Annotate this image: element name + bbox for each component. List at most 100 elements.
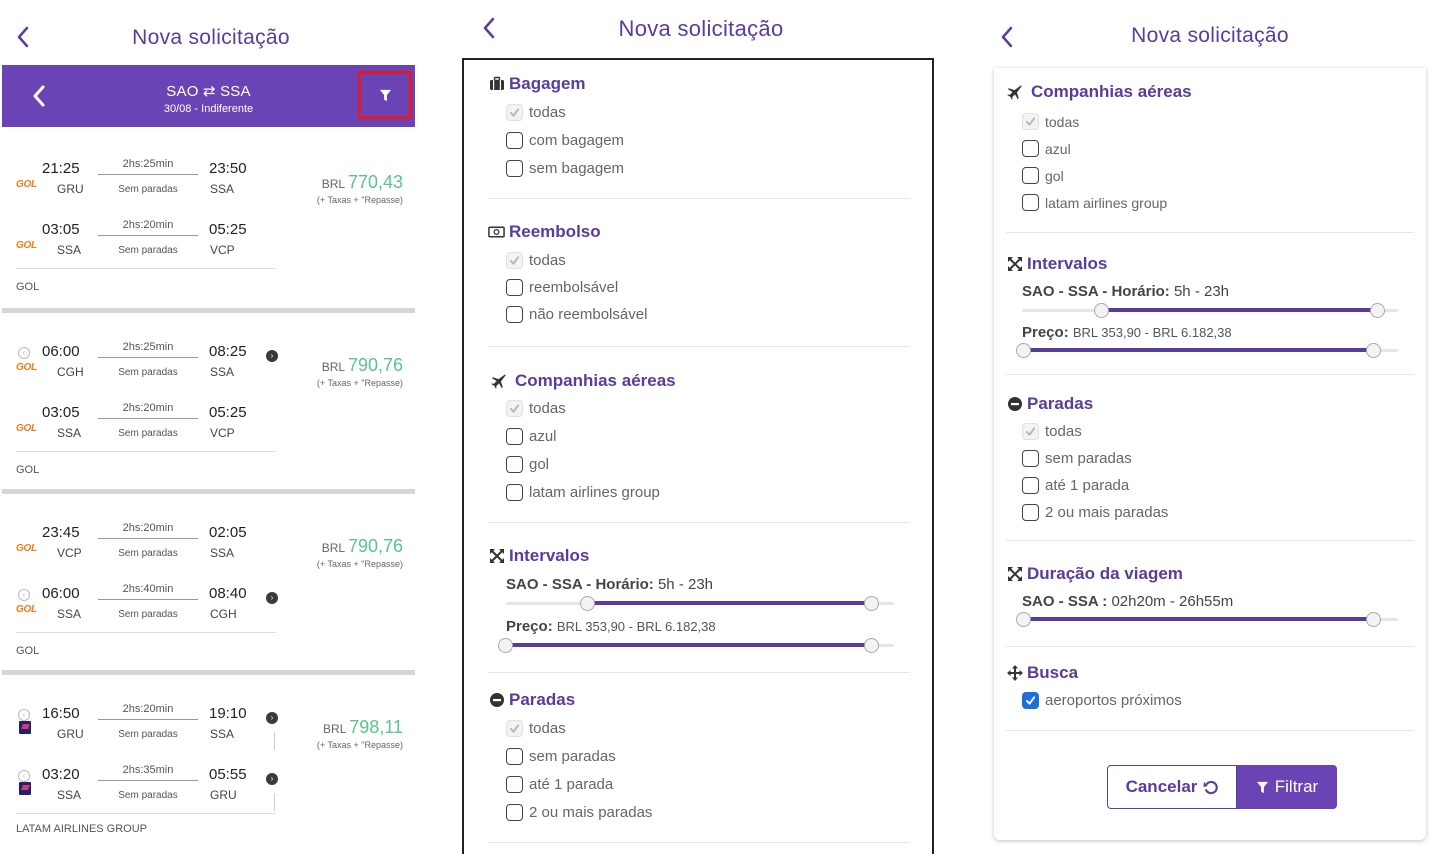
option-label: latam airlines group bbox=[529, 484, 660, 501]
checkbox[interactable] bbox=[1022, 450, 1039, 467]
checkbox-checked-disabled[interactable] bbox=[1022, 423, 1039, 440]
checkbox[interactable] bbox=[506, 456, 523, 473]
checkbox[interactable] bbox=[506, 776, 523, 793]
filter-option[interactable]: reembolsável bbox=[506, 279, 618, 296]
checkbox[interactable] bbox=[506, 484, 523, 501]
top-bar: Nova solicitação bbox=[982, 0, 1438, 64]
filter-option[interactable]: gol bbox=[1022, 167, 1064, 184]
preco-slider[interactable] bbox=[1016, 343, 1398, 358]
filter-option[interactable]: todas bbox=[1022, 423, 1082, 440]
flight-leg: GOL 03:05 SSA 2hs:20min Sem paradas 05:25 VCP bbox=[2, 396, 415, 456]
checkbox-checked-disabled[interactable] bbox=[506, 104, 523, 121]
arrival-airport: SSA bbox=[210, 546, 235, 560]
flight-duration: 2hs:20min bbox=[122, 219, 174, 231]
horario-slider[interactable] bbox=[1022, 303, 1398, 318]
slider-max-handle[interactable] bbox=[1366, 343, 1381, 358]
flight-result-card[interactable]: ‹ GOL 06:00 CGH 2hs:25min Sem paradas 08:25 SSA… bbox=[2, 313, 415, 494]
filter-option[interactable]: todas bbox=[506, 720, 566, 737]
horario-range-label: SAO - SSA - Horário: 5h - 23h bbox=[1022, 283, 1230, 300]
filter-option[interactable]: sem bagagem bbox=[506, 160, 624, 177]
arrival-time: 23:50 bbox=[209, 160, 247, 177]
filter-option[interactable]: até 1 parada bbox=[506, 776, 613, 793]
horario-slider[interactable] bbox=[506, 596, 894, 611]
departure-time: 21:25 bbox=[42, 160, 80, 177]
chevron-right-circle-icon[interactable]: › bbox=[266, 592, 278, 604]
duration-line bbox=[98, 418, 198, 419]
flight-result-card[interactable]: GOL 23:45 VCP 2hs:20min Sem paradas 02:05 SSA ‹… bbox=[2, 494, 415, 675]
checkbox-checked-disabled[interactable] bbox=[1022, 113, 1039, 130]
divider bbox=[1006, 232, 1414, 233]
filter-button[interactable] bbox=[358, 71, 412, 119]
filter-option[interactable]: todas bbox=[1022, 113, 1079, 130]
filter-option[interactable]: todas bbox=[506, 400, 566, 417]
filter-option[interactable]: 2 ou mais paradas bbox=[1022, 504, 1168, 521]
gol-logo: GOL bbox=[16, 423, 37, 434]
filter-option[interactable]: aeroportos próximos bbox=[1022, 692, 1182, 709]
filter-option[interactable]: gol bbox=[506, 456, 549, 473]
apply-filter-button[interactable]: Filtrar bbox=[1237, 765, 1337, 809]
filter-icon bbox=[1256, 781, 1268, 793]
info-circle-icon[interactable]: ‹ bbox=[18, 347, 30, 359]
slider-max-handle[interactable] bbox=[864, 638, 879, 653]
filter-option[interactable]: todas bbox=[506, 104, 566, 121]
slider-min-handle[interactable] bbox=[580, 596, 595, 611]
arrival-time: 02:05 bbox=[209, 524, 247, 541]
section-paradas-header: Paradas bbox=[488, 690, 575, 710]
slider-min-handle[interactable] bbox=[498, 638, 513, 653]
price-block: BRL 790,76 (+ Taxas + "Repasse) bbox=[317, 355, 403, 388]
checkbox[interactable] bbox=[506, 279, 523, 296]
checkbox[interactable] bbox=[1022, 194, 1039, 211]
filter-option[interactable]: latam airlines group bbox=[506, 484, 660, 501]
checkbox[interactable] bbox=[506, 748, 523, 765]
option-label: sem paradas bbox=[1045, 450, 1132, 467]
filter-option[interactable]: latam airlines group bbox=[1022, 194, 1167, 211]
checkbox-checked-disabled[interactable] bbox=[506, 252, 523, 269]
slider-max-handle[interactable] bbox=[1370, 303, 1385, 318]
flight-result-card[interactable]: ‹ 16:50 GRU 2hs:20min Sem paradas 19:10 SSA › ‹ 0… bbox=[2, 675, 415, 854]
checkbox[interactable] bbox=[1022, 140, 1039, 157]
chevron-right-circle-icon[interactable]: › bbox=[266, 350, 278, 362]
filter-option[interactable]: azul bbox=[506, 428, 557, 445]
slider-max-handle[interactable] bbox=[864, 596, 879, 611]
filter-option[interactable]: azul bbox=[1022, 140, 1071, 157]
checkbox[interactable] bbox=[506, 306, 523, 323]
slider-min-handle[interactable] bbox=[1016, 343, 1031, 358]
chevron-right-circle-icon[interactable]: › bbox=[266, 773, 278, 785]
checkbox[interactable] bbox=[506, 132, 523, 149]
info-circle-icon[interactable]: ‹ bbox=[18, 770, 30, 782]
filter-option[interactable]: 2 ou mais paradas bbox=[506, 804, 652, 821]
filter-option[interactable]: todas bbox=[506, 252, 566, 269]
checkbox[interactable] bbox=[1022, 504, 1039, 521]
preco-slider[interactable] bbox=[498, 638, 894, 653]
flight-results-screen: Nova solicitação SAO ⇄ SSA 30/08 - Indif… bbox=[0, 0, 418, 854]
checkbox[interactable] bbox=[506, 160, 523, 177]
checkbox[interactable] bbox=[1022, 477, 1039, 494]
departure-time: 06:00 bbox=[42, 585, 80, 602]
duracao-slider[interactable] bbox=[1016, 612, 1398, 627]
gol-logo: GOL bbox=[16, 604, 37, 615]
chevron-right-circle-icon[interactable]: › bbox=[266, 712, 278, 724]
info-circle-icon[interactable]: ‹ bbox=[18, 589, 30, 601]
flight-result-card[interactable]: GOL 21:25 GRU 2hs:25min Sem paradas 23:50 SSA G… bbox=[2, 130, 415, 313]
slider-max-handle[interactable] bbox=[1366, 612, 1381, 627]
arrival-airport: SSA bbox=[210, 727, 235, 741]
checkbox-checked[interactable] bbox=[1022, 692, 1039, 709]
filter-option[interactable]: com bagagem bbox=[506, 132, 624, 149]
currency: BRL bbox=[323, 722, 350, 736]
filter-option[interactable]: sem paradas bbox=[1022, 450, 1132, 467]
filter-option[interactable]: sem paradas bbox=[506, 748, 616, 765]
filter-option[interactable]: não reembolsável bbox=[506, 306, 647, 323]
divider bbox=[16, 632, 276, 633]
checkbox[interactable] bbox=[1022, 167, 1039, 184]
info-circle-icon[interactable]: ‹ bbox=[18, 709, 30, 721]
checkbox[interactable] bbox=[506, 804, 523, 821]
checkbox-checked-disabled[interactable] bbox=[506, 400, 523, 417]
currency: BRL bbox=[321, 177, 348, 191]
checkbox-checked-disabled[interactable] bbox=[506, 720, 523, 737]
checkbox[interactable] bbox=[506, 428, 523, 445]
filter-option[interactable]: até 1 parada bbox=[1022, 477, 1129, 494]
slider-min-handle[interactable] bbox=[1016, 612, 1031, 627]
slider-min-handle[interactable] bbox=[1094, 303, 1109, 318]
preco-range-label: Preço: BRL 353,90 - BRL 6.182,38 bbox=[506, 618, 716, 635]
cancel-button[interactable]: Cancelar bbox=[1107, 765, 1237, 809]
